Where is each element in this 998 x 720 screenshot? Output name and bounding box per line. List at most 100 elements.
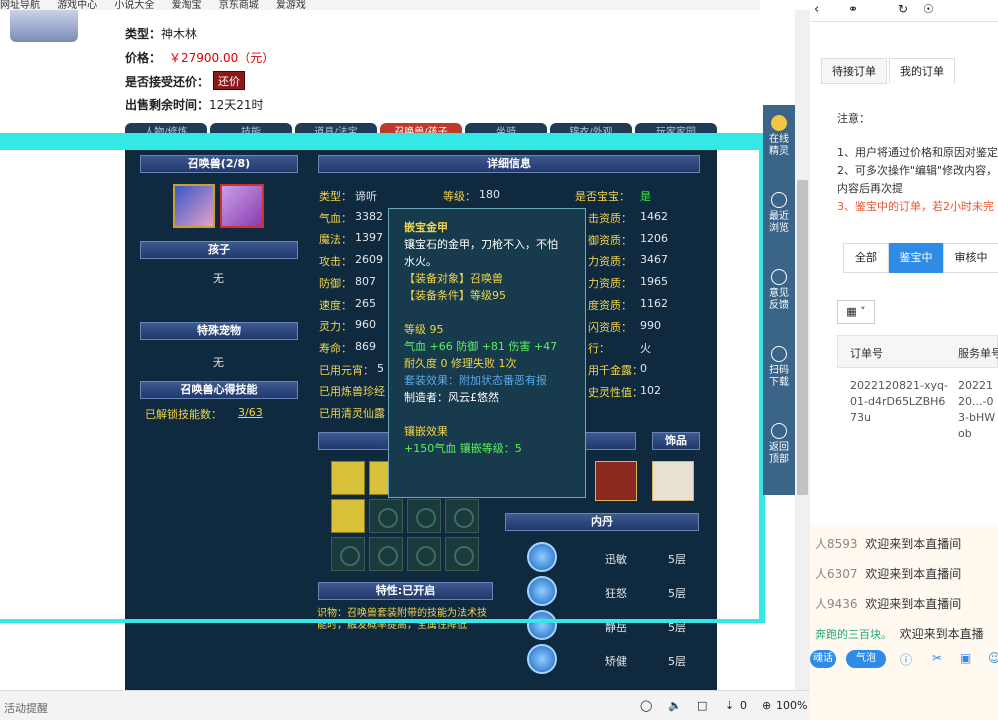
sidenav-label: 顶部: [769, 454, 789, 465]
lock-icon[interactable]: □: [697, 699, 707, 712]
emoji-icon[interactable]: ☺: [988, 651, 998, 665]
special-pet-value: 无: [213, 356, 224, 369]
grid-view-select[interactable]: ▦ ˅: [837, 300, 875, 324]
filter-reviewing[interactable]: 审核中: [943, 243, 998, 273]
download-count: 0: [740, 699, 747, 712]
zoom-level[interactable]: 100%: [776, 699, 807, 712]
tooltip-desc-1: 镶宝石的金甲，刀枪不入，不怕: [404, 238, 558, 251]
neidan-icon[interactable]: [527, 644, 557, 674]
sidenav-item[interactable]: 意见 反馈: [763, 269, 795, 312]
chat-user: 奔跑的三百块。: [815, 628, 892, 641]
summon-portrait-1[interactable]: [173, 184, 215, 228]
scissors-icon[interactable]: ✂: [932, 651, 942, 665]
stat-label: 力资质：: [588, 255, 632, 269]
image-icon[interactable]: ▣: [960, 651, 971, 665]
tooltip-target: 【装备对象】召唤兽: [404, 272, 503, 285]
note-4: 3、鉴宝中的订单，若2小时未完: [837, 200, 994, 213]
sidenav-item[interactable]: 在线 精灵: [763, 115, 795, 158]
globe-icon[interactable]: ☉: [923, 2, 934, 16]
jewelry-header: 饰品: [652, 432, 700, 450]
sidenav-item[interactable]: 扫码 下载: [763, 346, 795, 389]
chat-btn-2[interactable]: 气泡: [846, 650, 886, 668]
equip-slot-empty[interactable]: [445, 537, 479, 571]
stat-label: 御资质：: [588, 233, 632, 247]
jewelry-icon[interactable]: [652, 461, 694, 501]
chat-text: 欢迎来到本直播: [899, 627, 984, 641]
tooltip-maker: 制造者：风云£悠然: [404, 391, 499, 404]
order-number[interactable]: 2022120821-xyq-01-d4rD65LZBH673u: [850, 378, 950, 426]
stat-value: 谛听: [355, 190, 377, 203]
tooltip-inlay-title: 镶嵌效果: [404, 425, 448, 438]
zoom-icon[interactable]: ⊕: [762, 699, 771, 712]
stat-value: 1206: [640, 231, 668, 245]
bookmark-item[interactable]: 小说大全: [114, 1, 154, 11]
level-value: 180: [479, 188, 500, 201]
note-1: 1、用户将通过价格和原因对鉴定: [837, 146, 998, 159]
refresh-icon[interactable]: ↻: [898, 2, 908, 16]
sidenav-label: 下载: [769, 377, 789, 388]
chevron-left-icon[interactable]: ‹: [814, 2, 819, 17]
neidan-icon[interactable]: [527, 576, 557, 606]
filter-all[interactable]: 全部: [843, 243, 889, 273]
neidan-level: 5层: [668, 587, 686, 600]
stat-label: 攻击：: [319, 255, 352, 269]
sidenav-label: 意见: [769, 288, 789, 299]
equip-slot[interactable]: [331, 461, 365, 495]
link-icon[interactable]: ⚭: [848, 2, 858, 16]
tab-pending-orders[interactable]: 待接订单: [821, 58, 887, 84]
sidenav-label: 浏览: [769, 223, 789, 234]
tooltip-cond: 【装备条件】等级95: [404, 289, 506, 302]
stat-label: 已用清灵仙露: [319, 407, 385, 420]
download-icon[interactable]: ⇣: [725, 699, 734, 712]
bookmark-item[interactable]: 游戏中心: [57, 1, 97, 11]
sidenav-label: 返回: [769, 442, 789, 453]
haggle-label: 是否接受还价：: [125, 75, 210, 89]
bookmark-item[interactable]: 爱游戏: [276, 1, 306, 11]
equip-slot-empty[interactable]: [331, 537, 365, 571]
sidenav-item[interactable]: 最近 浏览: [763, 192, 795, 235]
bookmark-item[interactable]: 京东商城: [219, 1, 259, 11]
haggle-button[interactable]: 还价: [213, 71, 245, 90]
equip-slot-empty[interactable]: [369, 499, 403, 533]
equip-slot[interactable]: [331, 499, 365, 533]
stat-label: 灵力：: [319, 320, 352, 334]
order-panel: 待接订单 我的订单 注意： 1、用户将通过价格和原因对鉴定 2、可多次操作"编辑…: [815, 50, 998, 510]
tooltip-inlay: +150气血 镶嵌等级：5: [404, 442, 522, 455]
equip-slot-empty[interactable]: [369, 537, 403, 571]
stat-label: 类型：: [319, 190, 352, 203]
equip-slot-empty[interactable]: [407, 537, 441, 571]
stat-label: 速度：: [319, 298, 352, 312]
status-left-text: 活动提醒: [4, 702, 48, 715]
child-value: 无: [213, 272, 224, 285]
special-pet-header: 特殊宠物: [140, 322, 298, 340]
equip-slot-empty[interactable]: [445, 499, 479, 533]
stat-value: 0: [640, 361, 647, 375]
stat-label: 已用炼兽珍经: [319, 385, 385, 399]
sidenav-item[interactable]: 返回 顶部: [763, 423, 795, 466]
summon-portrait-2[interactable]: [220, 184, 264, 228]
neidan-icon[interactable]: [527, 542, 557, 572]
tooltip-durability: 耐久度 0 修理失败 1次: [404, 357, 517, 370]
scrollbar-thumb[interactable]: [797, 180, 808, 495]
neidan-icon[interactable]: [527, 610, 557, 640]
speaker-icon[interactable]: 🔈: [668, 699, 682, 712]
unlocked-value[interactable]: 3/63: [238, 406, 263, 419]
sidenav-label: 扫码: [769, 365, 789, 376]
filter-appraising[interactable]: 鉴宝中: [889, 243, 943, 273]
right-toolbar: ‹ ⚭ ↻ ☉: [810, 0, 998, 22]
bookmark-item[interactable]: 网址导航: [0, 1, 40, 11]
sidenav-label: 在线: [769, 134, 789, 145]
stat-label: 闪资质：: [588, 320, 632, 334]
service-number[interactable]: 2022120...-03-bHWob: [958, 378, 998, 442]
armor-icon[interactable]: [595, 461, 637, 501]
stat-label: 力资质：: [588, 277, 632, 291]
bookmark-item[interactable]: 爱淘宝: [172, 1, 202, 11]
edit-icon: [771, 269, 787, 285]
chat-btn-1[interactable]: 魂话: [810, 650, 836, 668]
haggle-row: 是否接受还价：: [125, 73, 209, 90]
stat-value: 869: [355, 339, 376, 353]
shield-icon[interactable]: ◯: [640, 699, 652, 712]
info-icon[interactable]: ⓘ: [900, 651, 912, 668]
tab-my-orders[interactable]: 我的订单: [889, 58, 955, 84]
equip-slot-empty[interactable]: [407, 499, 441, 533]
